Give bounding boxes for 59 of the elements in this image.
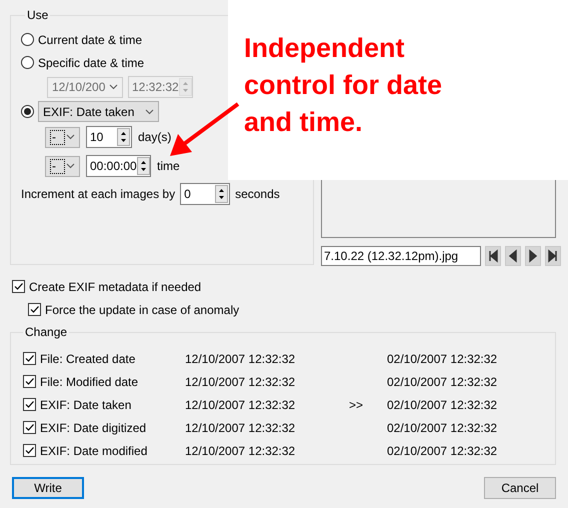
unit-label: seconds bbox=[235, 187, 280, 201]
arrow-marker: >> bbox=[349, 398, 364, 412]
field-label: EXIF: Date modified bbox=[40, 444, 148, 458]
current-date: 12/10/2007 12:32:32 bbox=[185, 398, 296, 412]
radio-button[interactable] bbox=[21, 105, 34, 118]
current-date: 12/10/2007 12:32:32 bbox=[185, 420, 296, 434]
chevron-icon bbox=[66, 163, 75, 169]
group-title: Use bbox=[26, 8, 50, 22]
unit-label: time bbox=[157, 159, 180, 173]
checkbox[interactable] bbox=[23, 375, 36, 388]
checkbox[interactable] bbox=[23, 352, 36, 365]
offset-field[interactable]: 10 bbox=[86, 126, 132, 148]
spin-buttons[interactable] bbox=[215, 185, 228, 203]
previous-icon bbox=[506, 249, 520, 263]
source-dropdown[interactable]: EXIF: Date taken bbox=[38, 101, 159, 122]
sign-dropdown[interactable]: - bbox=[45, 126, 80, 148]
radio-label: Specific date & time bbox=[38, 56, 144, 70]
radio-button[interactable] bbox=[21, 56, 34, 69]
chevron-icon bbox=[66, 134, 75, 140]
dialog-button[interactable]: Write bbox=[12, 477, 84, 499]
group-title: Change bbox=[24, 325, 68, 339]
increment-field[interactable]: 0 bbox=[180, 183, 230, 205]
filename-field[interactable]: 7.10.22 (12.32.12pm).jpg bbox=[321, 246, 481, 266]
radio-button[interactable] bbox=[21, 33, 34, 46]
new-date: 02/10/2007 12:32:32 bbox=[387, 420, 498, 434]
unit-label: day(s) bbox=[138, 130, 172, 144]
chevron-icon bbox=[145, 108, 154, 114]
radio-label: Current date & time bbox=[38, 32, 142, 46]
dialog-button[interactable]: Cancel bbox=[484, 477, 556, 499]
checkbox[interactable] bbox=[23, 421, 36, 434]
current-date: 12/10/2007 12:32:32 bbox=[185, 352, 296, 366]
new-date: 02/10/2007 12:32:32 bbox=[387, 444, 498, 458]
field-label: File: Created date bbox=[40, 352, 136, 366]
checkbox[interactable] bbox=[23, 398, 36, 411]
nav-button[interactable] bbox=[525, 246, 541, 266]
offset-field[interactable]: 00:00:00 bbox=[86, 155, 151, 177]
new-date: 02/10/2007 12:32:32 bbox=[387, 352, 498, 366]
field-label: EXIF: Date taken bbox=[40, 398, 132, 412]
sign-dropdown[interactable]: - bbox=[45, 156, 80, 176]
checkbox-label: Create EXIF metadata if needed bbox=[29, 280, 202, 294]
nav-button[interactable] bbox=[485, 246, 501, 266]
current-date: 12/10/2007 12:32:32 bbox=[185, 444, 296, 458]
nav-button[interactable] bbox=[545, 246, 561, 266]
annotation-text: Independent control for date and time. bbox=[244, 32, 444, 139]
last-icon bbox=[546, 249, 560, 263]
new-date: 02/10/2007 12:32:32 bbox=[387, 374, 498, 388]
field-label: File: Modified date bbox=[40, 374, 138, 388]
checkbox[interactable] bbox=[12, 280, 25, 293]
checkbox-label: Force the update in case of anomaly bbox=[45, 302, 240, 316]
current-date: 12/10/2007 12:32:32 bbox=[185, 374, 296, 388]
spin-buttons[interactable] bbox=[136, 157, 150, 175]
checkbox[interactable] bbox=[23, 444, 36, 457]
increment-label: Increment at each images by bbox=[21, 187, 176, 201]
field-label: EXIF: Date digitized bbox=[40, 420, 146, 434]
nav-button[interactable] bbox=[505, 246, 521, 266]
new-date: 02/10/2007 12:32:32 bbox=[387, 398, 498, 412]
spin-buttons[interactable] bbox=[117, 128, 130, 146]
chevron-icon bbox=[109, 84, 118, 90]
checkbox[interactable] bbox=[28, 303, 41, 316]
